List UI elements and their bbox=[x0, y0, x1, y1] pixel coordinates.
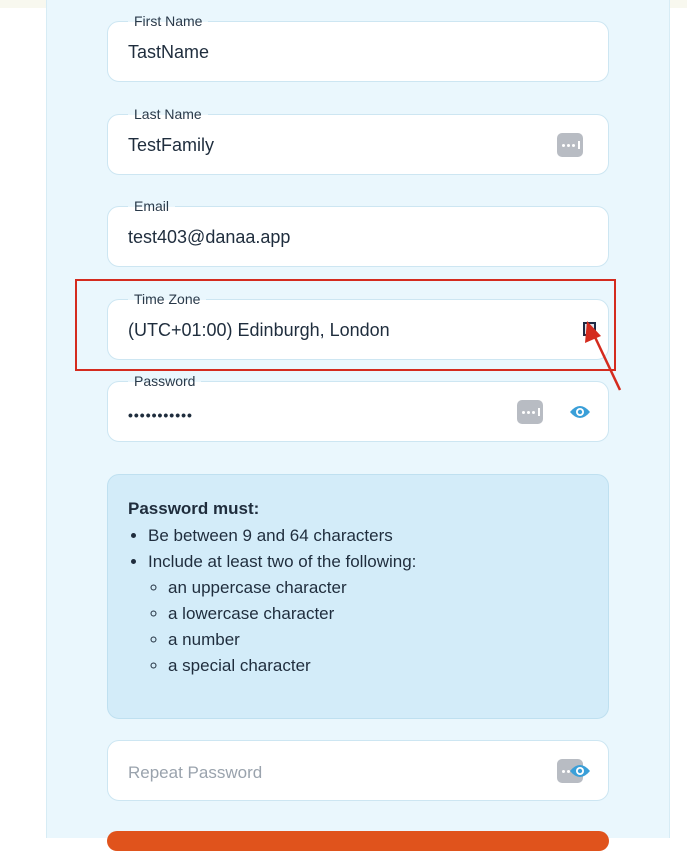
rule-include-label: Include at least two of the following: bbox=[148, 552, 417, 571]
rule-number: a number bbox=[168, 627, 588, 653]
first-name-value[interactable]: TastName bbox=[128, 41, 209, 63]
submit-button[interactable] bbox=[107, 831, 609, 851]
rules-sublist: an uppercase character a lowercase chara… bbox=[148, 575, 588, 679]
password-label: Password bbox=[128, 373, 202, 389]
rule-include: Include at least two of the following: a… bbox=[148, 549, 588, 679]
password-rules: Password must: Be between 9 and 64 chara… bbox=[107, 474, 609, 719]
first-name-field[interactable]: First Name TastName bbox=[107, 13, 609, 82]
password-manager-icon[interactable] bbox=[557, 133, 583, 157]
highlight-box bbox=[75, 279, 616, 371]
last-name-field[interactable]: Last Name TestFamily bbox=[107, 106, 609, 175]
password-manager-icon[interactable] bbox=[517, 400, 543, 424]
email-label: Email bbox=[128, 198, 176, 214]
last-name-value[interactable]: TestFamily bbox=[128, 134, 214, 156]
password-value[interactable]: ••••••••••• bbox=[128, 404, 193, 426]
repeat-password-field[interactable]: Repeat Password bbox=[107, 740, 609, 801]
eye-icon[interactable] bbox=[569, 763, 591, 779]
rules-heading: Password must: bbox=[128, 499, 260, 518]
email-value[interactable]: test403@danaa.app bbox=[128, 226, 290, 248]
rule-length: Be between 9 and 64 characters bbox=[148, 523, 588, 549]
eye-icon[interactable] bbox=[569, 404, 591, 420]
password-field[interactable]: Password ••••••••••• bbox=[107, 373, 609, 442]
repeat-password-placeholder[interactable]: Repeat Password bbox=[128, 762, 262, 784]
first-name-label: First Name bbox=[128, 13, 209, 29]
rule-special: a special character bbox=[168, 653, 588, 679]
last-name-label: Last Name bbox=[128, 106, 208, 122]
rules-list: Be between 9 and 64 characters Include a… bbox=[128, 523, 588, 679]
rule-lowercase: a lowercase character bbox=[168, 601, 588, 627]
rule-uppercase: an uppercase character bbox=[168, 575, 588, 601]
email-field[interactable]: Email test403@danaa.app bbox=[107, 198, 609, 267]
